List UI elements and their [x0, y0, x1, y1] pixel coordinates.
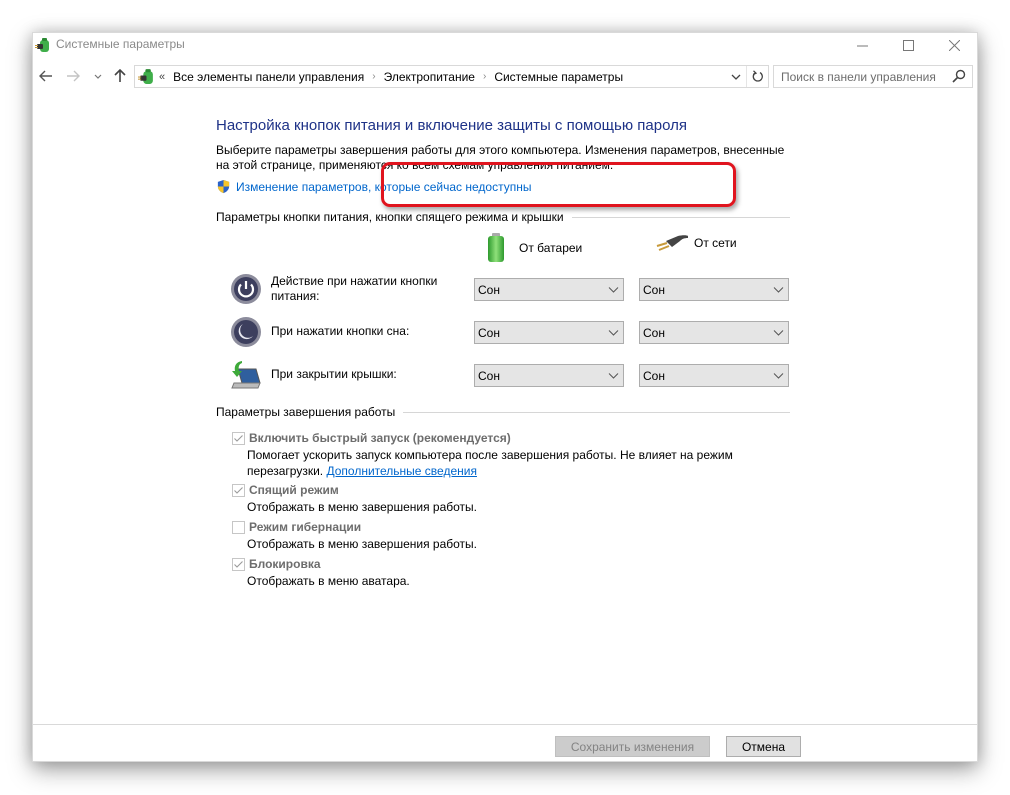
column-plugged-in: От сети — [654, 233, 737, 253]
sleep-button-icon — [231, 317, 261, 347]
lock-option[interactable]: Блокировка — [232, 557, 321, 571]
forward-button[interactable] — [63, 66, 83, 86]
fast-startup-description: Помогает ускорить запуск компьютера посл… — [247, 448, 733, 478]
fast-startup-label: Включить быстрый запуск (рекомендуется) — [249, 431, 511, 445]
page-title: Настройка кнопок питания и включение защ… — [216, 117, 687, 134]
sleep-button-action-label: При нажатии кнопки сна: — [271, 324, 410, 338]
sleep-option[interactable]: Спящий режим — [232, 483, 339, 497]
recent-locations-button[interactable] — [91, 66, 105, 86]
page-description: Выберите параметры завершения работы для… — [216, 143, 785, 172]
power-button-icon — [231, 274, 261, 304]
address-bar[interactable]: « Все элементы панели управления › Элект… — [134, 65, 769, 88]
sleep-label: Спящий режим — [249, 483, 339, 497]
power-options-app-icon — [35, 38, 49, 52]
lid-close-battery-select[interactable]: Сон — [474, 364, 624, 387]
title-bar[interactable]: Системные параметры — [33, 33, 977, 57]
chevron-down-icon — [773, 287, 784, 293]
maximize-button[interactable] — [885, 33, 931, 57]
checkmark-icon — [234, 560, 243, 568]
maximize-icon — [902, 39, 914, 51]
hibernate-label: Режим гибернации — [249, 520, 362, 534]
save-changes-button[interactable]: Сохранить изменения — [555, 736, 710, 757]
footer-divider — [33, 724, 977, 725]
more-info-link[interactable]: Дополнительные сведения — [326, 464, 476, 478]
chevron-down-icon — [773, 330, 784, 336]
breadcrumb-separator[interactable]: › — [483, 71, 486, 82]
sleep-button-action-row: При нажатии кнопки сна: Сон Сон — [230, 315, 790, 349]
checkmark-icon — [234, 434, 243, 442]
search-placeholder: Поиск в панели управления — [781, 69, 936, 84]
shutdown-settings-group-header: Параметры завершения работы — [216, 405, 790, 419]
navigation-bar: « Все элементы панели управления › Элект… — [33, 63, 977, 89]
chevron-down-icon — [608, 287, 619, 293]
power-button-battery-select[interactable]: Сон — [474, 278, 624, 301]
breadcrumb-power-options[interactable]: Электропитание — [384, 70, 475, 84]
laptop-lid-icon — [231, 361, 261, 389]
sleep-description: Отображать в меню завершения работы. — [247, 500, 478, 514]
column-on-battery: От батареи — [486, 233, 582, 263]
arrow-up-icon — [114, 69, 126, 82]
fast-startup-checkbox[interactable] — [232, 431, 245, 445]
window-title: Системные параметры — [56, 37, 185, 51]
close-icon — [948, 39, 960, 51]
power-buttons-group-title: Параметры кнопки питания, кнопки спящего… — [216, 210, 564, 224]
shutdown-settings-group-title: Параметры завершения работы — [216, 405, 396, 419]
chevron-down-icon — [773, 373, 784, 379]
hibernate-description: Отображать в меню завершения работы. — [247, 537, 478, 551]
refresh-icon — [752, 70, 763, 82]
hibernate-checkbox[interactable] — [232, 520, 245, 534]
power-plug-icon — [656, 235, 688, 251]
lid-close-action-row: При закрытии крышки: Сон Сон — [230, 358, 790, 392]
sleep-button-ac-select[interactable]: Сон — [639, 321, 789, 344]
column-on-battery-label: От батареи — [519, 241, 583, 255]
search-icon[interactable] — [952, 69, 966, 83]
breadcrumb-system-settings[interactable]: Системные параметры — [494, 70, 623, 84]
chevron-down-icon — [608, 330, 619, 336]
change-unavailable-settings-label[interactable]: Изменение параметров, которые сейчас нед… — [236, 180, 532, 194]
minimize-button[interactable] — [839, 33, 885, 57]
close-button[interactable] — [931, 33, 977, 57]
power-button-ac-select[interactable]: Сон — [639, 278, 789, 301]
lock-checkbox[interactable] — [232, 557, 245, 571]
refresh-button[interactable] — [746, 66, 768, 87]
chevron-down-icon — [94, 74, 102, 79]
lock-label: Блокировка — [249, 557, 321, 571]
chevron-down-icon — [731, 74, 741, 80]
search-input[interactable]: Поиск в панели управления — [773, 65, 973, 88]
group-divider — [571, 216, 790, 218]
power-button-action-row: Действие при нажатии кнопки питания: Сон… — [230, 272, 790, 306]
column-plugged-in-label: От сети — [694, 236, 737, 250]
group-divider — [403, 411, 790, 413]
arrow-left-icon — [39, 70, 52, 82]
lid-close-ac-select[interactable]: Сон — [639, 364, 789, 387]
cancel-button[interactable]: Отмена — [726, 736, 801, 757]
fast-startup-option[interactable]: Включить быстрый запуск (рекомендуется) — [232, 431, 511, 445]
sleep-checkbox[interactable] — [232, 483, 245, 497]
breadcrumb-all-control-panel-items[interactable]: Все элементы панели управления — [173, 70, 364, 84]
power-options-icon — [138, 69, 153, 84]
minimize-icon — [856, 45, 868, 46]
system-settings-window: Системные параметры « Все элементы панел… — [32, 32, 978, 762]
breadcrumb-separator[interactable]: › — [372, 71, 375, 82]
breadcrumb-overflow-button[interactable]: « — [159, 71, 165, 83]
uac-shield-icon — [217, 179, 230, 194]
power-button-action-label: Действие при нажатии кнопки питания: — [271, 274, 438, 303]
back-button[interactable] — [36, 66, 56, 86]
arrow-right-icon — [67, 70, 80, 82]
chevron-down-icon — [608, 373, 619, 379]
address-history-button[interactable] — [728, 66, 744, 87]
change-unavailable-settings-link[interactable]: Изменение параметров, которые сейчас нед… — [216, 179, 532, 194]
power-buttons-group-header: Параметры кнопки питания, кнопки спящего… — [216, 210, 790, 224]
lock-description: Отображать в меню аватара. — [247, 574, 410, 588]
hibernate-option[interactable]: Режим гибернации — [232, 520, 361, 534]
up-button[interactable] — [111, 66, 129, 86]
sleep-button-battery-select[interactable]: Сон — [474, 321, 624, 344]
lid-close-action-label: При закрытии крышки: — [271, 367, 397, 381]
battery-icon — [488, 233, 504, 262]
checkmark-icon — [234, 486, 243, 494]
